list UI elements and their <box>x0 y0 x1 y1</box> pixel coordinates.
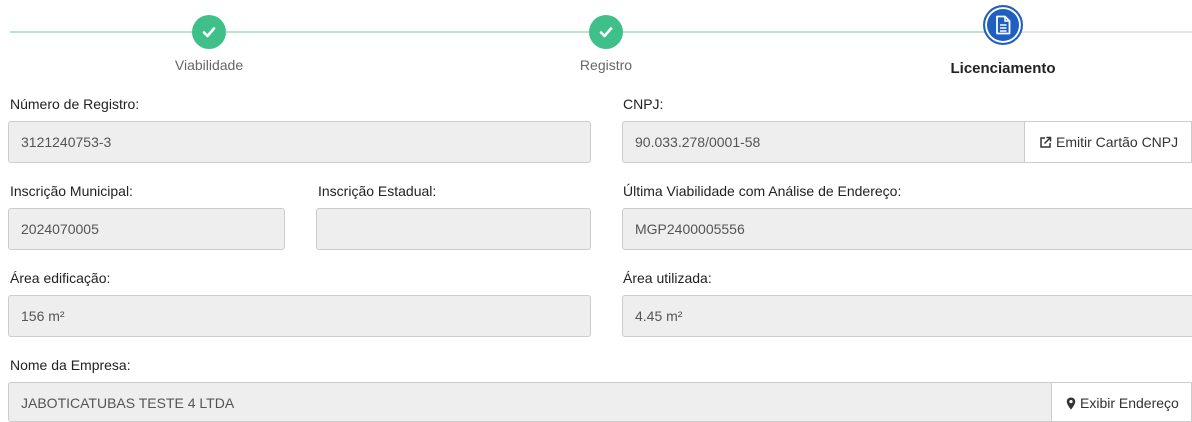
area-utilizada-label: Área utilizada: <box>623 270 712 286</box>
external-link-icon <box>1040 136 1052 148</box>
inscricao-municipal-label: Inscrição Municipal: <box>10 183 133 199</box>
document-icon <box>996 15 1011 35</box>
emitir-cartao-cnpj-button[interactable]: Emitir Cartão CNPJ <box>1025 121 1192 163</box>
numero-registro-label: Número de Registro: <box>10 96 140 112</box>
step-licenciamento-label[interactable]: Licenciamento <box>950 60 1055 77</box>
area-edificacao-label: Área edificação: <box>10 270 111 286</box>
exibir-endereco-label: Exibir Endereço <box>1080 395 1179 411</box>
step-viabilidade-indicator[interactable] <box>192 15 226 49</box>
ultima-viabilidade-label: Última Viabilidade com Análise de Endere… <box>623 183 902 199</box>
emitir-cartao-cnpj-label: Emitir Cartão CNPJ <box>1056 134 1179 150</box>
cnpj-field[interactable]: 90.033.278/0001-58 <box>622 121 1025 163</box>
step-registro-label[interactable]: Registro <box>580 57 632 73</box>
step-registro-indicator[interactable] <box>589 15 623 49</box>
stepper-track-completed <box>10 31 1022 33</box>
map-marker-icon <box>1066 397 1076 410</box>
area-edificacao-field[interactable]: 156 m² <box>8 295 591 337</box>
step-viabilidade-label[interactable]: Viabilidade <box>175 57 243 73</box>
cnpj-label: CNPJ: <box>623 96 664 112</box>
nome-empresa-label: Nome da Empresa: <box>10 357 131 373</box>
nome-empresa-field[interactable]: JABOTICATUBAS TESTE 4 LTDA <box>8 382 1052 422</box>
stepper-track-remaining <box>1022 31 1192 33</box>
check-icon <box>599 27 613 38</box>
area-utilizada-field[interactable]: 4.45 m² <box>622 295 1192 337</box>
inscricao-municipal-field[interactable]: 2024070005 <box>8 208 285 250</box>
inscricao-estadual-field[interactable] <box>316 208 591 250</box>
step-licenciamento-indicator[interactable] <box>983 5 1023 45</box>
exibir-endereco-button[interactable]: Exibir Endereço <box>1052 382 1192 422</box>
inscricao-estadual-label: Inscrição Estadual: <box>318 183 437 199</box>
ultima-viabilidade-field[interactable]: MGP2400005556 <box>622 208 1192 250</box>
check-icon <box>202 27 216 38</box>
numero-registro-field[interactable]: 3121240753-3 <box>8 121 591 163</box>
